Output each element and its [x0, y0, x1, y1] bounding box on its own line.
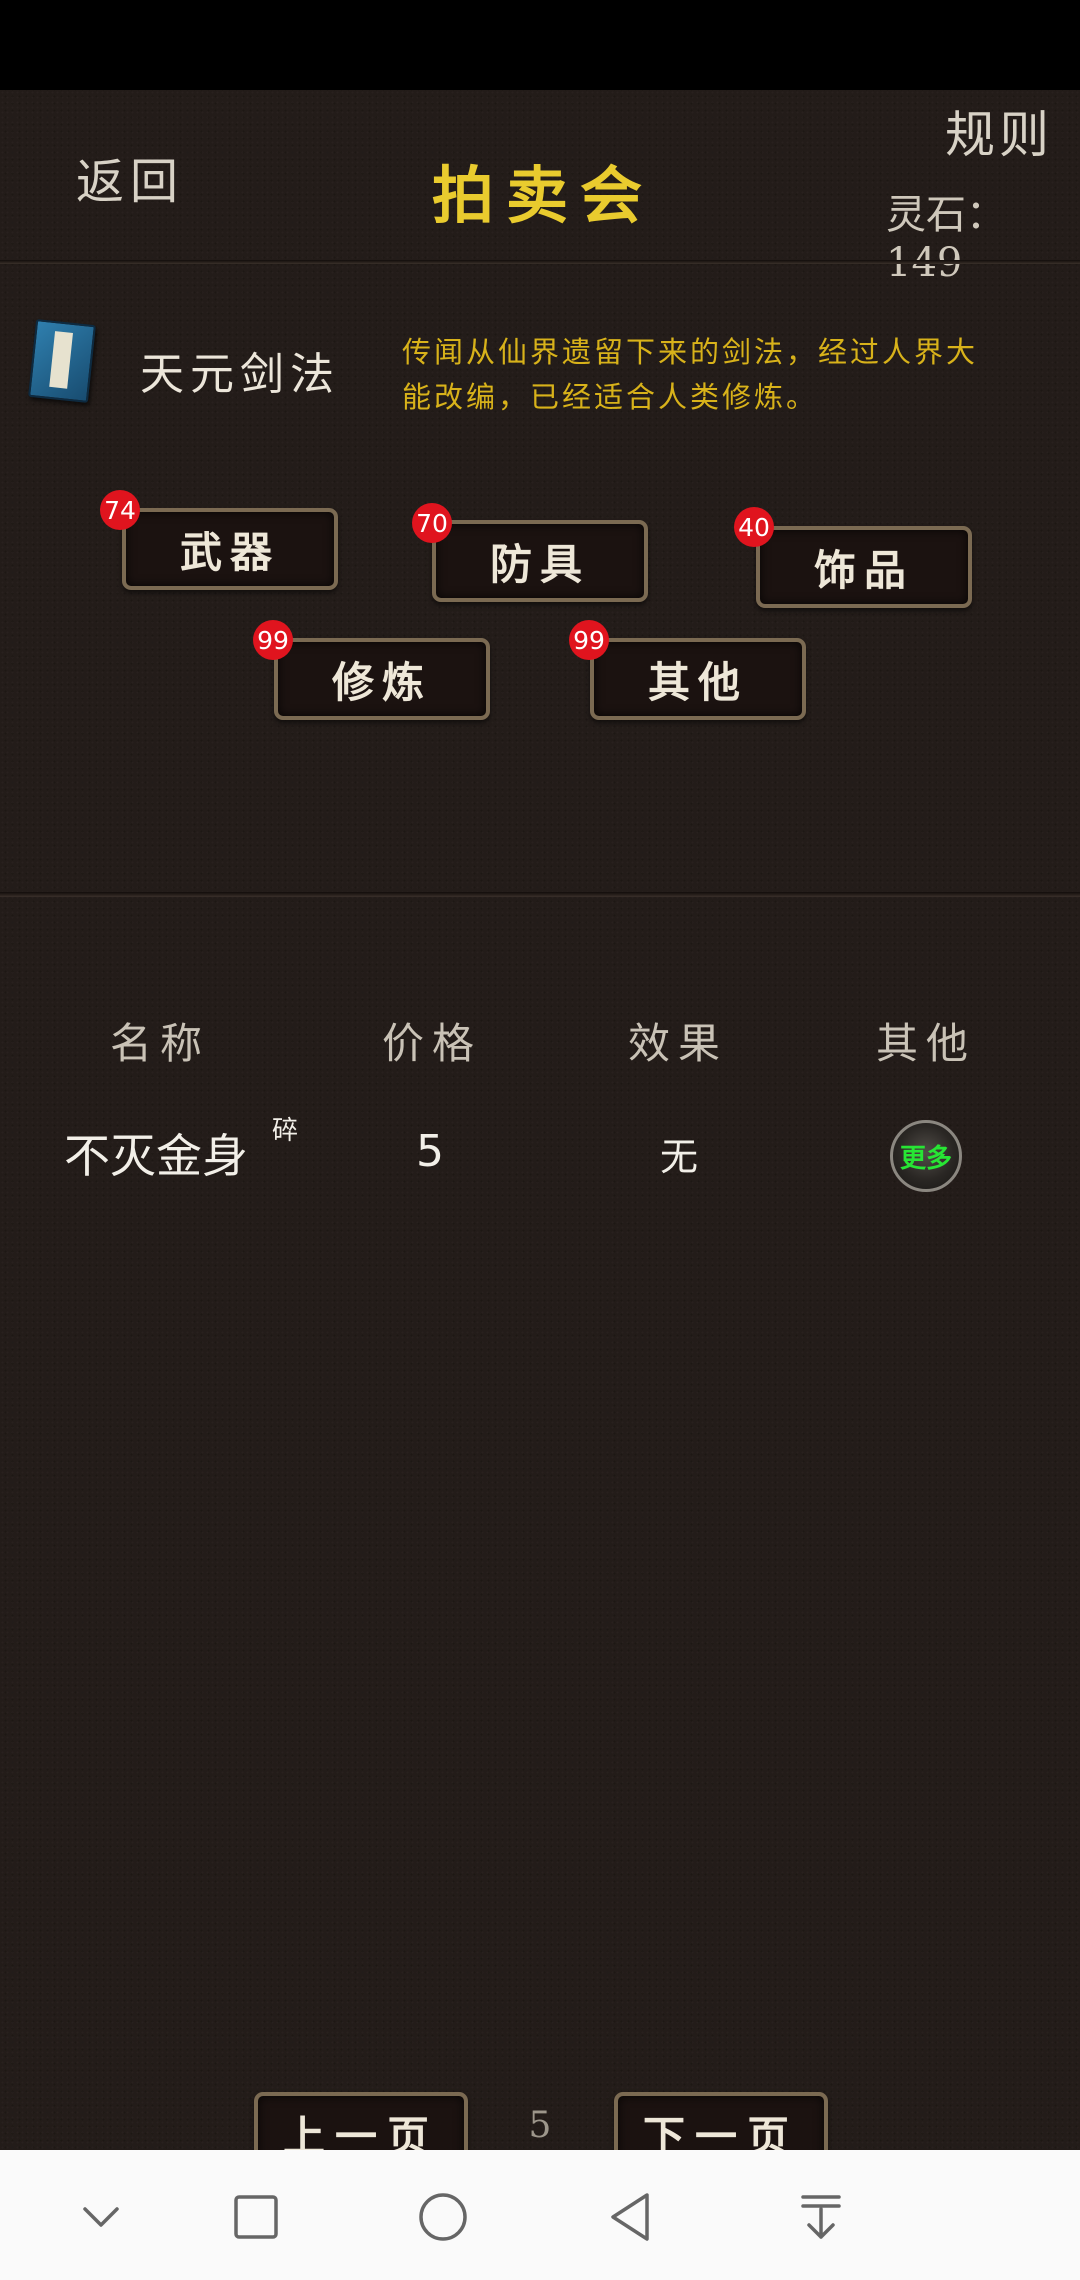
category-label: 武器	[179, 527, 280, 577]
count-badge: 99	[253, 620, 293, 660]
fragment-mark: 碎	[272, 1116, 299, 1146]
section-divider	[0, 892, 1080, 897]
status-bar	[0, 0, 1080, 90]
column-header-other: 其他	[876, 1019, 977, 1068]
category-button-weapons[interactable]: 武器	[122, 508, 338, 590]
category-label: 防具	[489, 539, 590, 589]
notification-pull-down-icon[interactable]	[786, 2182, 856, 2252]
column-header-name: 名称	[110, 1019, 211, 1068]
more-label: 更多	[899, 1143, 952, 1174]
item-name-cell: 不灭金身	[64, 1129, 248, 1183]
rules-button[interactable]: 规则	[945, 95, 1053, 167]
recent-apps-icon[interactable]	[221, 2182, 291, 2252]
count-badge: 70	[412, 503, 452, 543]
column-header-price: 价格	[382, 1019, 483, 1068]
screen: 返回 拍卖会 规则 灵石：149 天元剑法 传闻从仙界遗留下来的剑法，经过人界大…	[0, 0, 1080, 2280]
page-number: 5	[528, 2105, 552, 2146]
count-badge: 40	[734, 507, 774, 547]
more-button[interactable]: 更多	[890, 1120, 962, 1192]
auction-screen: 返回 拍卖会 规则 灵石：149 天元剑法 传闻从仙界遗留下来的剑法，经过人界大…	[0, 90, 1080, 2174]
item-effect-cell: 无	[660, 1135, 699, 1179]
chevron-down-icon[interactable]	[66, 2182, 136, 2252]
page-title: 拍卖会	[432, 159, 655, 232]
system-nav-bar	[0, 2150, 1080, 2280]
category-label: 其他	[647, 657, 748, 707]
category-label: 饰品	[813, 545, 914, 595]
count-badge: 99	[569, 620, 609, 660]
spirit-stone-balance: 灵石：149	[886, 192, 1006, 286]
back-triangle-icon[interactable]	[596, 2182, 666, 2252]
featured-item-description: 传闻从仙界遗留下来的剑法，经过人界大能改编，已经适合人类修炼。	[402, 335, 979, 414]
category-button-armor[interactable]: 防具	[432, 520, 648, 602]
column-header-effect: 效果	[628, 1019, 729, 1068]
category-button-other[interactable]: 其他	[590, 638, 806, 720]
category-button-accessories[interactable]: 饰品	[756, 526, 972, 608]
item-price-cell: 5	[416, 1126, 444, 1177]
count-badge: 74	[100, 490, 140, 530]
featured-item-name: 天元剑法	[140, 349, 340, 400]
back-button[interactable]: 返回	[76, 142, 184, 212]
category-button-cultivation[interactable]: 修炼	[274, 638, 490, 720]
category-label: 修炼	[331, 657, 432, 707]
header-divider	[0, 260, 1080, 264]
home-icon[interactable]	[408, 2182, 478, 2252]
manual-book-icon	[28, 319, 96, 403]
